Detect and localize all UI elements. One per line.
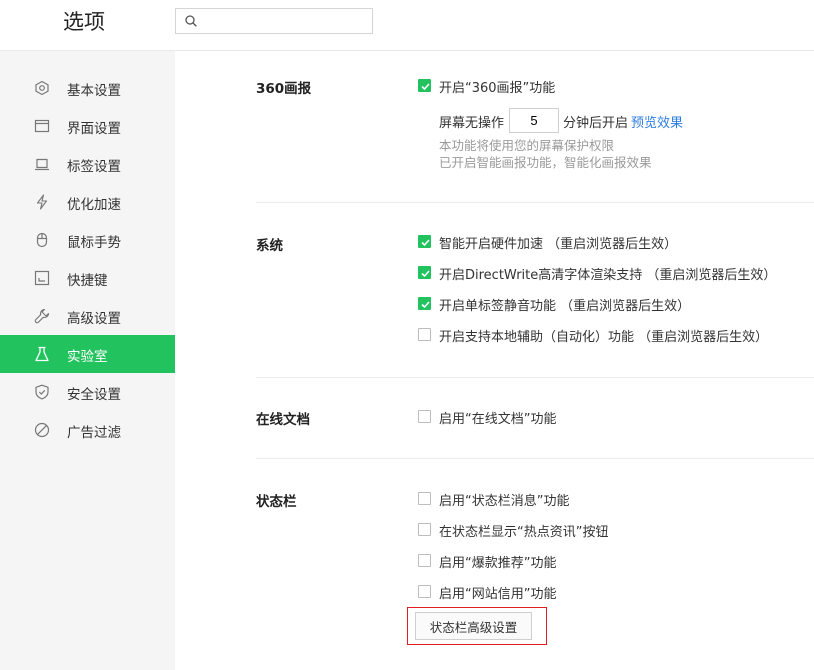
tab-icon — [35, 158, 49, 171]
sidebar-item-label: 实验室 — [67, 349, 108, 365]
delay-prefix: 屏幕无操作 — [439, 116, 505, 131]
section-divider — [256, 458, 814, 459]
checkbox[interactable] — [418, 554, 431, 567]
sidebar-item-lab[interactable]: 实验室 — [0, 335, 175, 373]
sidebar-item-ad-filter[interactable]: 广告过滤 — [0, 411, 175, 449]
sidebar-item-security[interactable]: 安全设置 — [0, 373, 175, 411]
header-bar: 选项 — [0, 0, 814, 51]
check-icon — [421, 83, 430, 91]
wrench-icon — [34, 308, 50, 324]
sidebar-item-basic[interactable]: 基本设置 — [0, 69, 175, 107]
option-label: 启用“网站信用”功能 — [439, 587, 557, 602]
checkbox[interactable] — [418, 328, 431, 341]
option-label: 开启支持本地辅助（自动化）功能 （重启浏览器后生效） — [439, 330, 769, 345]
screensaver-note: 已开启智能画报功能，智能化画报效果 — [439, 155, 652, 170]
search-box[interactable] — [175, 8, 373, 34]
block-icon — [34, 422, 50, 438]
keyboard-icon — [34, 270, 50, 286]
section-title-screensaver: 360画报 — [256, 81, 312, 97]
sidebar-item-label: 基本设置 — [67, 83, 121, 99]
page-title: 选项 — [63, 10, 105, 34]
sidebar-item-label: 快捷键 — [67, 273, 108, 289]
mouse-icon — [36, 232, 48, 248]
settings-content: 360画报 开启“360画报”功能 屏幕无操作 分钟后开启 预览效果 本功能将使… — [175, 51, 814, 670]
sidebar-item-interface[interactable]: 界面设置 — [0, 107, 175, 145]
sidebar-item-label: 优化加速 — [67, 197, 121, 213]
preview-link[interactable]: 预览效果 — [631, 112, 683, 131]
sidebar-item-advanced[interactable]: 高级设置 — [0, 297, 175, 335]
sidebar-item-mouse-gesture[interactable]: 鼠标手势 — [0, 221, 175, 259]
check-icon — [421, 301, 430, 309]
check-icon — [421, 239, 430, 247]
search-icon — [185, 15, 197, 27]
checkbox[interactable] — [418, 235, 431, 248]
section-title-system: 系统 — [256, 238, 283, 254]
section-divider — [256, 377, 814, 378]
checkbox[interactable] — [418, 297, 431, 310]
checkbox[interactable] — [418, 585, 431, 598]
option-label: 开启单标签静音功能 （重启浏览器后生效） — [439, 299, 691, 314]
sidebar-item-label: 广告过滤 — [67, 425, 121, 441]
window-icon — [34, 119, 50, 133]
shield-icon — [35, 384, 49, 400]
checkbox[interactable] — [418, 410, 431, 423]
checkbox[interactable] — [418, 79, 431, 92]
sidebar-item-label: 界面设置 — [67, 121, 121, 137]
option-label: 启用“爆款推荐”功能 — [439, 556, 557, 571]
option-label: 智能开启硬件加速 （重启浏览器后生效） — [439, 237, 678, 252]
option-label: 启用“在线文档”功能 — [439, 412, 557, 427]
check-icon — [421, 270, 430, 278]
sidebar-item-label: 标签设置 — [67, 159, 121, 175]
section-title-online-docs: 在线文档 — [256, 412, 310, 428]
checkbox[interactable] — [418, 523, 431, 536]
sidebar-item-label: 高级设置 — [67, 311, 121, 327]
checkbox[interactable] — [418, 266, 431, 279]
hexagon-gear-icon — [35, 80, 49, 96]
delay-minutes-input[interactable] — [509, 108, 559, 133]
section-divider — [256, 202, 814, 203]
sidebar-item-optimize[interactable]: 优化加速 — [0, 183, 175, 221]
option-label: 在状态栏显示“热点资讯”按钮 — [439, 525, 609, 540]
sidebar-item-label: 安全设置 — [67, 387, 121, 403]
sidebar-item-shortcuts[interactable]: 快捷键 — [0, 259, 175, 297]
flask-icon — [35, 346, 49, 362]
statusbar-advanced-settings-button[interactable]: 状态栏高级设置 — [415, 612, 532, 640]
sidebar: 基本设置 界面设置 标签设置 优化加速 鼠标手势 快捷键 高级设置 实验室 安全… — [0, 51, 175, 670]
option-label: 开启“360画报”功能 — [439, 81, 556, 96]
delay-suffix: 分钟后开启 — [563, 116, 629, 131]
lightning-icon — [36, 194, 48, 210]
search-input[interactable] — [204, 11, 368, 33]
sidebar-item-label: 鼠标手势 — [67, 235, 121, 251]
section-title-statusbar: 状态栏 — [256, 494, 297, 510]
sidebar-item-tabs[interactable]: 标签设置 — [0, 145, 175, 183]
option-label: 启用“状态栏消息”功能 — [439, 494, 570, 509]
option-label: 开启DirectWrite高清字体渲染支持 （重启浏览器后生效） — [439, 268, 777, 283]
checkbox[interactable] — [418, 492, 431, 505]
